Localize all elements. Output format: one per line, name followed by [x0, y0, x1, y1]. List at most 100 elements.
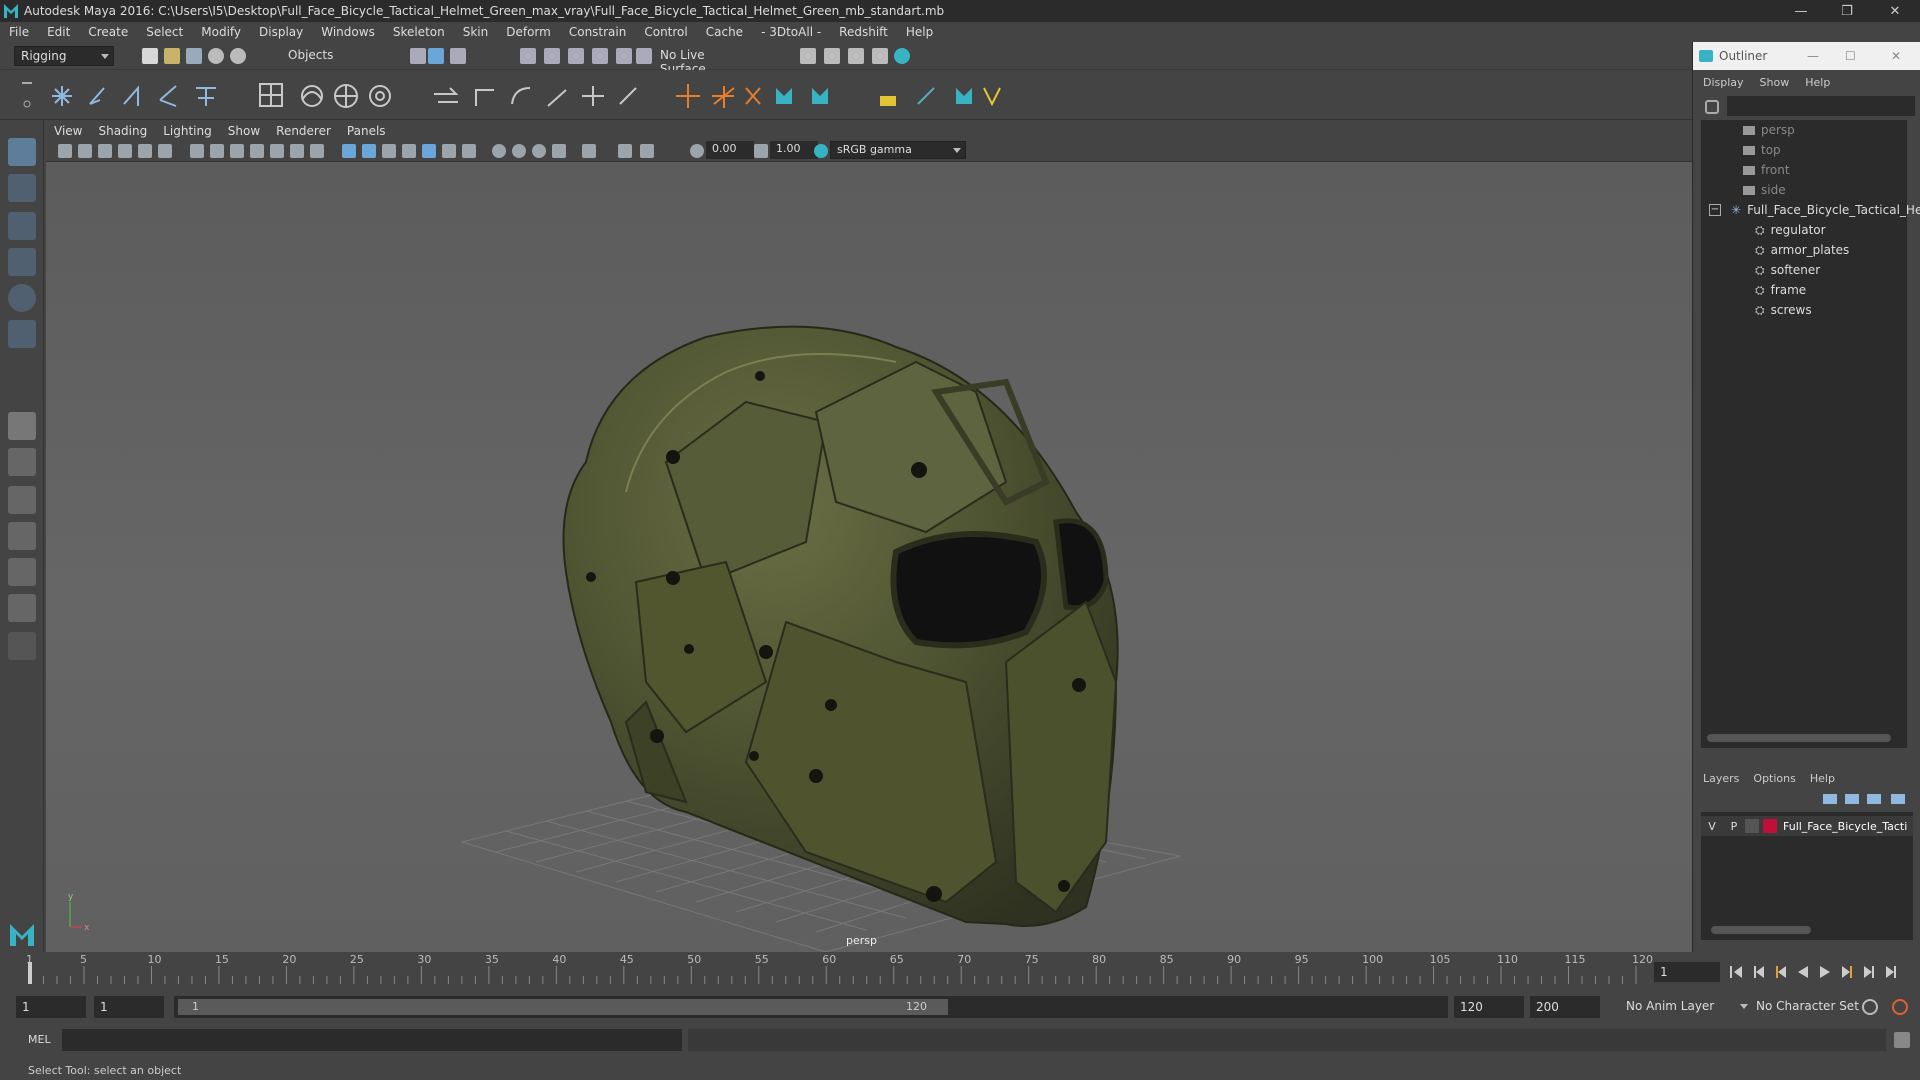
outliner-menu-help[interactable]: Help [1805, 76, 1830, 89]
script-editor-icon[interactable] [1894, 1032, 1910, 1048]
menu-file[interactable]: File [0, 25, 38, 39]
hik-icon[interactable] [776, 88, 792, 104]
live-surface-field[interactable]: No Live Surface [654, 46, 754, 76]
smooth-bind-icon[interactable] [475, 89, 494, 106]
layout-hypershade-icon[interactable] [8, 594, 36, 622]
redo-icon[interactable] [230, 48, 246, 64]
image-plane-icon[interactable] [118, 144, 132, 158]
resolution-gate-icon[interactable] [230, 144, 244, 158]
auto-key-icon[interactable] [1862, 999, 1878, 1015]
snap-magnet-icon[interactable] [636, 48, 652, 64]
outliner-sync-icon[interactable] [1705, 100, 1719, 114]
insert-joint-icon[interactable] [159, 85, 177, 107]
viewport-menu-shading[interactable]: Shading [90, 124, 155, 138]
layer-playback-toggle[interactable]: P [1723, 820, 1745, 833]
layout-single-icon[interactable] [8, 412, 36, 440]
layer-menu-layers[interactable]: Layers [1703, 772, 1739, 785]
outliner-tree[interactable]: persp top front side − ✳ Full_Face_Bicyc… [1701, 120, 1920, 748]
layer-color-swatch[interactable] [1763, 819, 1777, 833]
character-set-dropdown[interactable]: No Character Set [1750, 997, 1866, 1017]
layout-persp-outliner-icon[interactable] [8, 522, 36, 550]
smooth-shade-icon[interactable] [362, 144, 376, 158]
snap-surface-icon[interactable] [616, 48, 632, 64]
film-gate-icon[interactable] [210, 144, 224, 158]
save-scene-icon[interactable] [186, 48, 202, 64]
outliner-horizontal-scrollbar[interactable] [1707, 734, 1891, 742]
blend-shape-icon[interactable] [582, 86, 604, 106]
detach-skin-icon[interactable] [547, 89, 567, 107]
hypershade-icon[interactable] [894, 48, 910, 64]
command-input[interactable] [62, 1029, 682, 1051]
outliner-camera-persp[interactable]: persp [1701, 120, 1920, 140]
menu-deform[interactable]: Deform [497, 25, 560, 39]
multisample-aa-icon[interactable] [512, 144, 526, 158]
play-backward-icon[interactable] [1798, 966, 1808, 978]
lattice-icon[interactable] [259, 83, 283, 107]
layout-custom-icon[interactable] [8, 632, 36, 660]
scene-canvas[interactable]: y x [46, 162, 1692, 953]
go-to-end-icon[interactable] [1886, 966, 1896, 978]
viewport-menu-renderer[interactable]: Renderer [268, 124, 339, 138]
layer-display-type[interactable] [1745, 819, 1759, 833]
outliner-menu-show[interactable]: Show [1760, 76, 1790, 89]
ipr-render-icon[interactable] [848, 48, 864, 64]
step-forward-key-icon[interactable] [1864, 966, 1874, 978]
motion-blur-icon[interactable] [492, 144, 506, 158]
selection-mode-dropdown[interactable]: Objects [282, 46, 382, 66]
color-management-icon[interactable] [814, 144, 828, 158]
paint-select-tool-icon[interactable] [8, 212, 36, 240]
point-constraint-icon[interactable] [712, 86, 735, 108]
menu-skeleton[interactable]: Skeleton [384, 25, 454, 39]
depth-of-field-icon[interactable] [532, 144, 546, 158]
outliner-node-frame[interactable]: ⛭ frame [1701, 280, 1920, 300]
lasso-tool-icon[interactable] [8, 174, 36, 202]
menu-create[interactable]: Create [79, 25, 137, 39]
play-forward-icon[interactable] [1820, 966, 1830, 978]
use-all-lights-icon[interactable] [422, 144, 436, 158]
select-hierarchy-icon[interactable] [410, 48, 426, 64]
menu-display[interactable]: Display [250, 25, 312, 39]
range-end-field[interactable]: 120 [1454, 996, 1524, 1018]
transfer-attr-icon[interactable] [880, 96, 896, 106]
outliner-menu-display[interactable]: Display [1703, 76, 1744, 89]
2d-pan-icon[interactable] [138, 144, 152, 158]
menu-3dtoall[interactable]: - 3DtoAll - [752, 25, 830, 39]
anim-end-field[interactable]: 200 [1530, 996, 1600, 1018]
layer-menu-options[interactable]: Options [1753, 772, 1795, 785]
outliner-node-softener[interactable]: ⛭ softener [1701, 260, 1920, 280]
animation-prefs-icon[interactable] [1892, 999, 1908, 1015]
select-component-icon[interactable] [450, 48, 466, 64]
menu-edit[interactable]: Edit [38, 25, 79, 39]
viewport-menu-panels[interactable]: Panels [339, 124, 394, 138]
go-to-start-icon[interactable] [1730, 966, 1742, 978]
range-slider-track[interactable]: 1 120 [174, 996, 1448, 1018]
camera-lock-icon[interactable] [78, 144, 92, 158]
layer-name[interactable]: Full_Face_Bicycle_Tacti [1783, 820, 1907, 833]
menu-control[interactable]: Control [635, 25, 696, 39]
select-tool-icon[interactable] [8, 138, 36, 166]
screen-space-ao-icon[interactable] [462, 144, 476, 158]
scale-tool-icon[interactable] [8, 320, 36, 348]
paint-weights-icon[interactable] [511, 87, 531, 105]
bookmark-icon[interactable] [98, 144, 112, 158]
layout-four-icon[interactable] [8, 448, 36, 476]
new-layer-icon[interactable] [1867, 794, 1881, 804]
isolate-select-icon[interactable] [552, 144, 566, 158]
outliner-node-armor-plates[interactable]: ⛭ armor_plates [1701, 240, 1920, 260]
anim-layer-dropdown[interactable]: No Anim Layer [1620, 997, 1748, 1017]
render-frame-icon[interactable] [824, 48, 840, 64]
wireframe-on-shaded-icon[interactable] [382, 144, 396, 158]
step-forward-frame-icon[interactable] [1842, 966, 1852, 978]
layout-two-icon[interactable] [8, 486, 36, 514]
outliner-search-input[interactable] [1727, 96, 1915, 116]
rotate-tool-icon[interactable] [8, 284, 36, 312]
new-scene-icon[interactable] [142, 48, 158, 64]
perspective-viewport[interactable]: y x persp [46, 162, 1692, 953]
grid-toggle-icon[interactable] [190, 144, 204, 158]
command-language-label[interactable]: MEL [28, 1033, 51, 1046]
textured-icon[interactable] [402, 144, 416, 158]
menuset-dropdown[interactable]: Rigging [14, 46, 114, 66]
outliner-root-node[interactable]: − ✳ Full_Face_Bicycle_Tactical_He [1701, 200, 1920, 220]
outliner-camera-side[interactable]: side [1701, 180, 1920, 200]
snap-grid-icon[interactable] [520, 48, 536, 64]
